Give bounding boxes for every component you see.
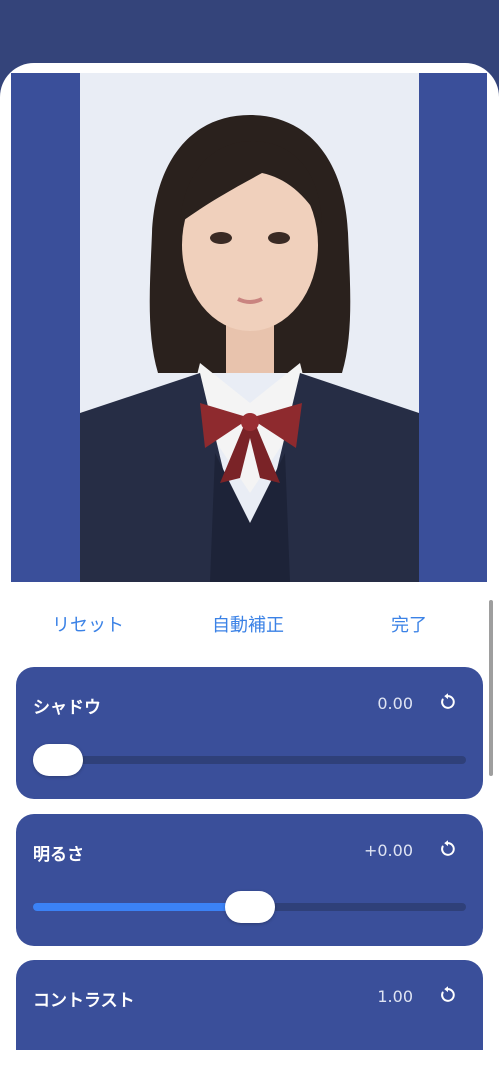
shadow-value: 0.00	[377, 694, 413, 713]
action-bar: リセット 自動補正 完了	[0, 611, 499, 641]
brightness-label: 明るさ	[33, 845, 84, 865]
contrast-value: 1.00	[377, 987, 413, 1006]
shadow-label: シャドウ	[33, 698, 101, 718]
id-photo	[80, 73, 419, 582]
contrast-card: コントラスト 1.00	[16, 960, 483, 1050]
reset-all-button[interactable]: リセット	[52, 611, 124, 641]
contrast-label: コントラスト	[33, 991, 135, 1011]
scrollbar[interactable]	[489, 600, 493, 776]
done-button[interactable]: 完了	[391, 611, 427, 641]
brightness-slider[interactable]	[33, 891, 466, 923]
reset-icon[interactable]	[438, 692, 458, 712]
shadow-slider-thumb[interactable]	[33, 744, 83, 776]
editor-sheet: リセット 自動補正 完了 シャドウ 0.00 明るさ +0.00 コントラスト	[0, 63, 499, 1080]
brightness-card: 明るさ +0.00	[16, 814, 483, 946]
auto-correct-button[interactable]: 自動補正	[212, 611, 284, 641]
shadow-slider[interactable]	[33, 744, 466, 776]
photo-canvas	[11, 73, 487, 582]
brightness-value: +0.00	[363, 841, 413, 860]
brightness-slider-fill	[33, 903, 250, 911]
brightness-slider-thumb[interactable]	[224, 891, 275, 923]
reset-icon[interactable]	[438, 839, 458, 859]
reset-icon[interactable]	[438, 985, 458, 1005]
shadow-card: シャドウ 0.00	[16, 667, 483, 799]
